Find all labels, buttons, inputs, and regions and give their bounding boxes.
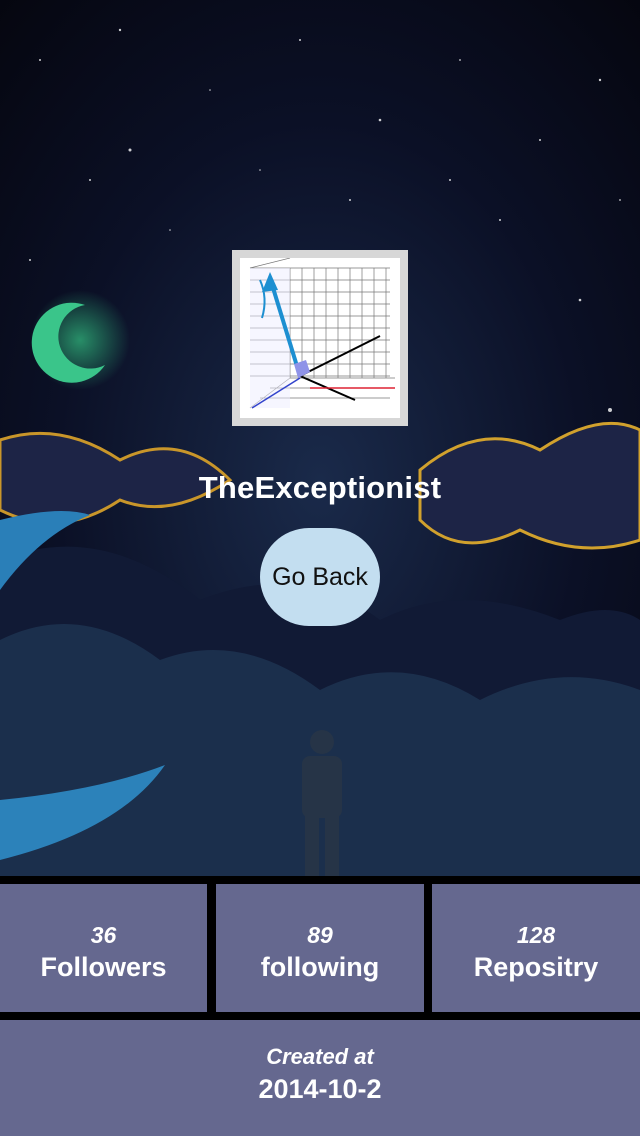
repositories-label: Repositry xyxy=(473,952,599,982)
stats-panel: 36 Followers 89 following 128 Repositry … xyxy=(0,876,640,1136)
repositories-stat[interactable]: 128 Repositry xyxy=(432,884,640,1012)
created-at-label: Created at xyxy=(266,1044,374,1069)
created-at-panel: Created at 2014-10-2 xyxy=(0,1020,640,1136)
created-at-date: 2014-10-2 xyxy=(258,1074,382,1104)
username: TheExceptionist xyxy=(198,470,442,505)
go-back-button[interactable]: Go Back xyxy=(260,528,380,626)
following-label: following xyxy=(260,952,380,982)
background-night-sky-image xyxy=(0,0,640,876)
repositories-count: 128 xyxy=(516,922,556,948)
following-stat[interactable]: 89 following xyxy=(216,884,424,1012)
avatar xyxy=(232,250,408,426)
avatar-image xyxy=(240,258,400,418)
following-count: 89 xyxy=(307,922,333,948)
followers-count: 36 xyxy=(90,922,117,948)
followers-label: Followers xyxy=(40,952,167,982)
followers-stat[interactable]: 36 Followers xyxy=(0,884,207,1012)
